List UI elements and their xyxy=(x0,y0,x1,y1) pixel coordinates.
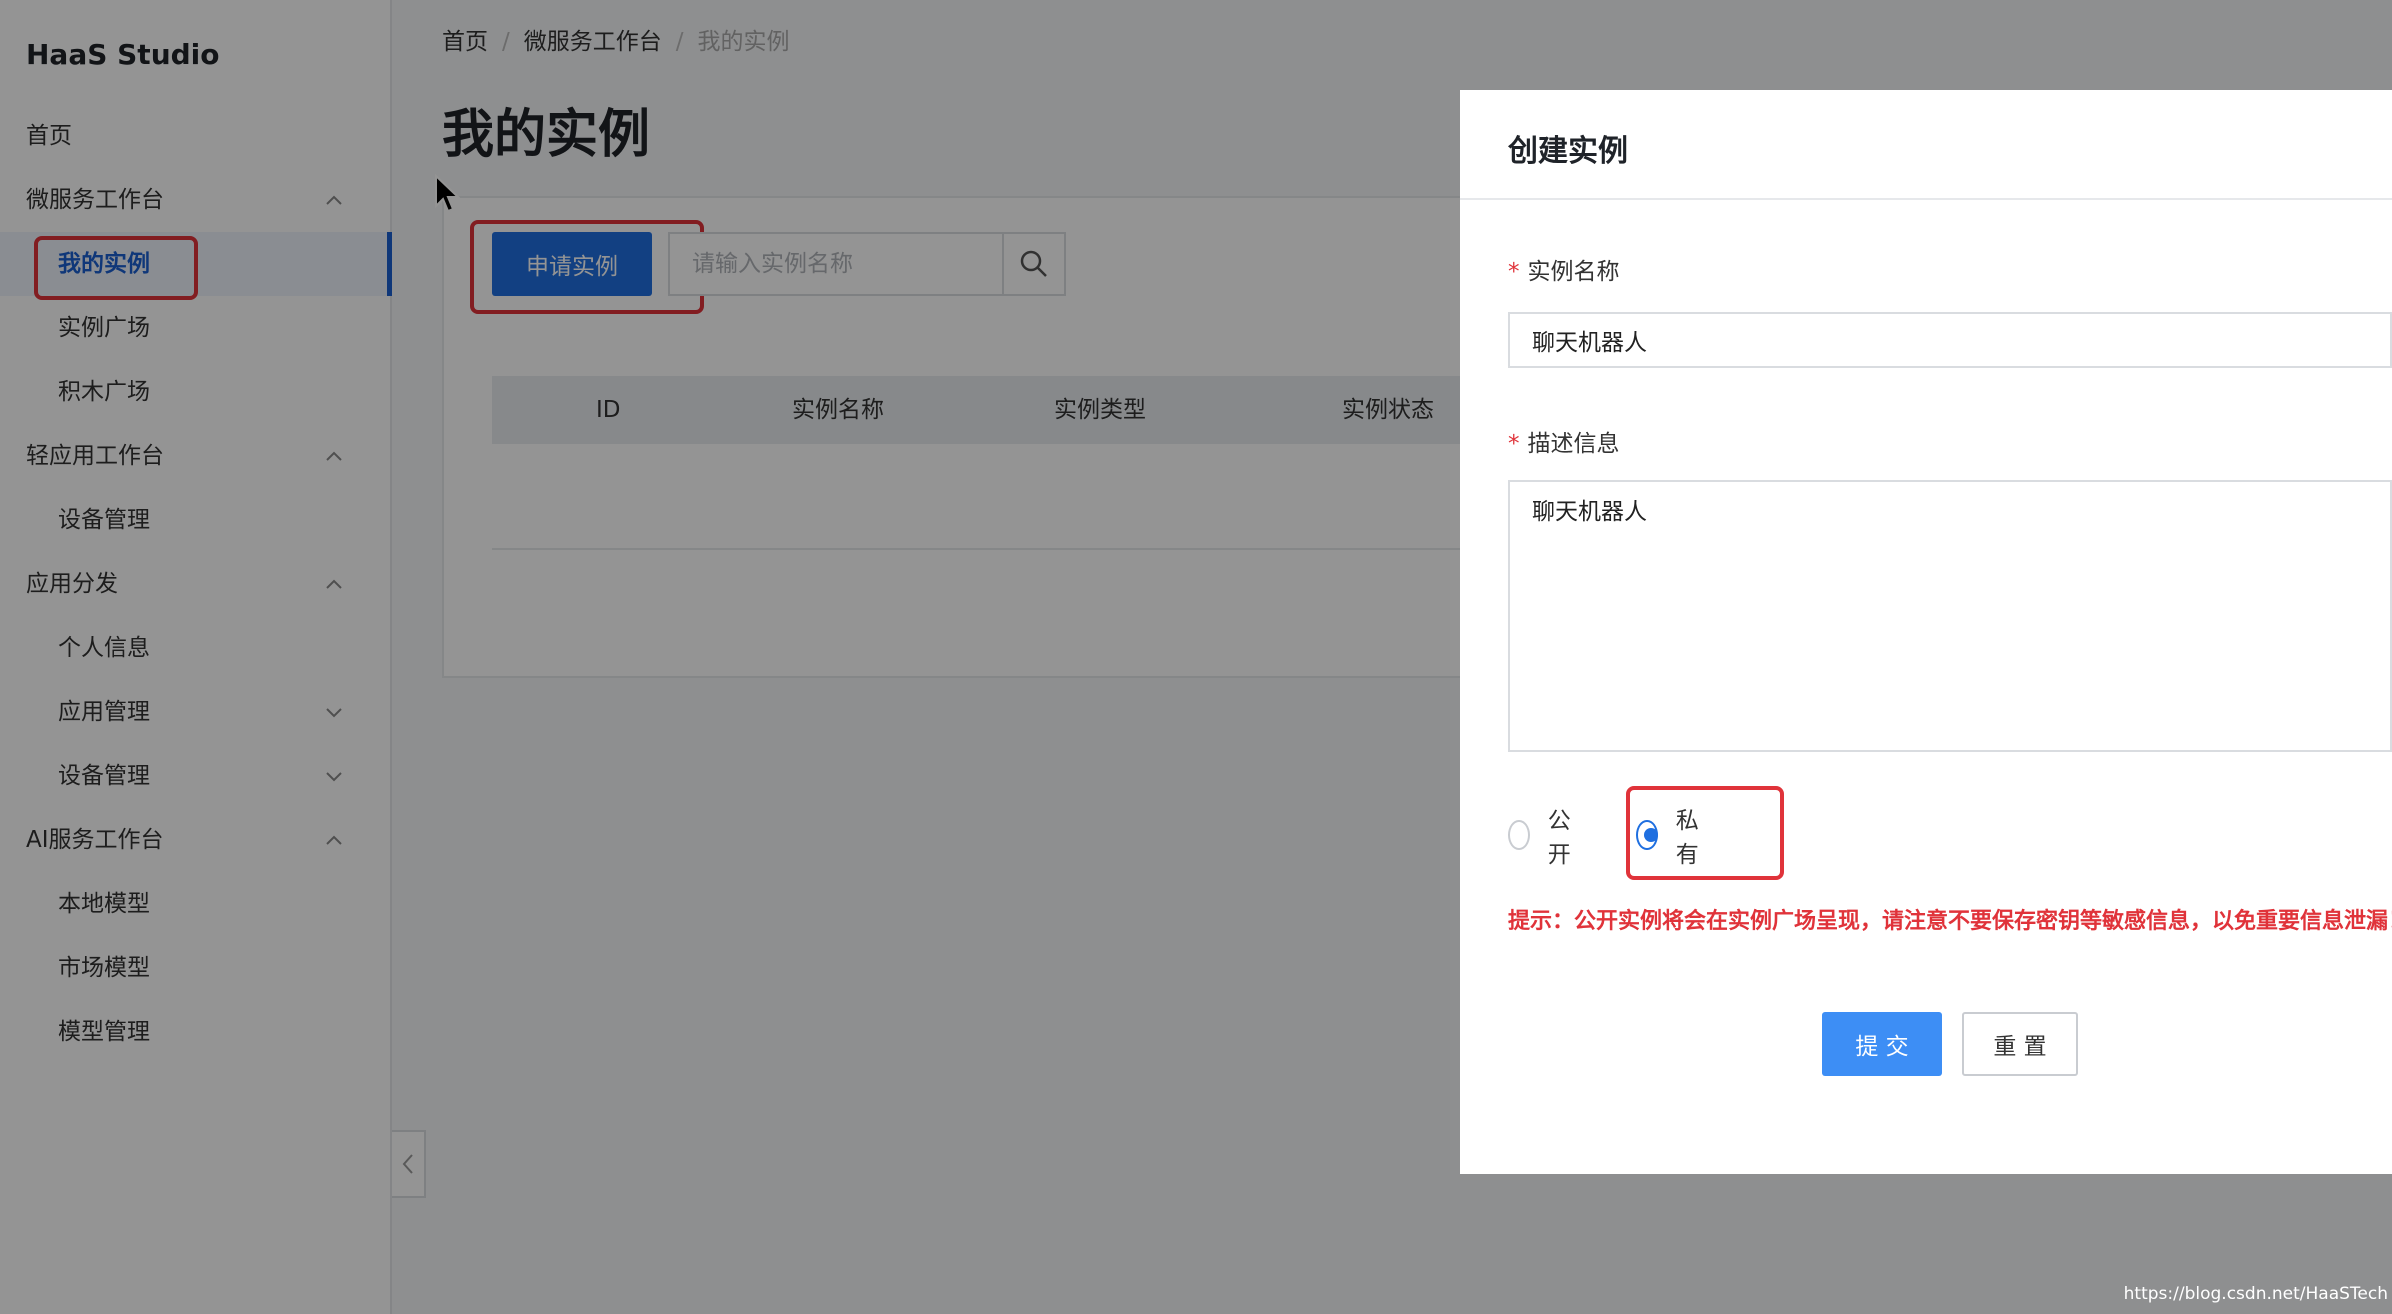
instance-name-label: * 实例名称 xyxy=(1508,252,1620,286)
instance-name-label-text: 实例名称 xyxy=(1527,259,1620,285)
create-instance-drawer: 创建实例 *实例名称 *描述信息 聊天机器人 公开 私有 提示：公开实例将会在实… xyxy=(1460,90,2392,1174)
description-textarea[interactable]: 聊天机器人 xyxy=(1508,480,2392,752)
description-label: * 描述信息 xyxy=(1508,424,1620,458)
drawer-divider xyxy=(1460,198,2392,200)
warning-hint: 提示：公开实例将会在实例广场呈现，请注意不要保存密钥等敏感信息，以免重要信息泄漏… xyxy=(1508,909,2392,934)
reset-button[interactable]: 重 置 xyxy=(1962,1012,2078,1076)
radio-public[interactable]: 公开 xyxy=(1508,808,1579,868)
required-mark: * xyxy=(1508,259,1520,285)
required-mark: * xyxy=(1508,431,1520,457)
submit-button[interactable]: 提 交 xyxy=(1822,1012,1942,1076)
radio-public-circle[interactable] xyxy=(1508,820,1530,850)
highlight-box-private xyxy=(1626,786,1784,880)
radio-public-label: 公开 xyxy=(1547,808,1571,868)
watermark: https://blog.csdn.net/HaaSTech xyxy=(2123,1284,2388,1304)
instance-name-input[interactable] xyxy=(1508,312,2392,368)
drawer-title: 创建实例 xyxy=(1508,134,1628,169)
description-label-text: 描述信息 xyxy=(1527,431,1620,457)
